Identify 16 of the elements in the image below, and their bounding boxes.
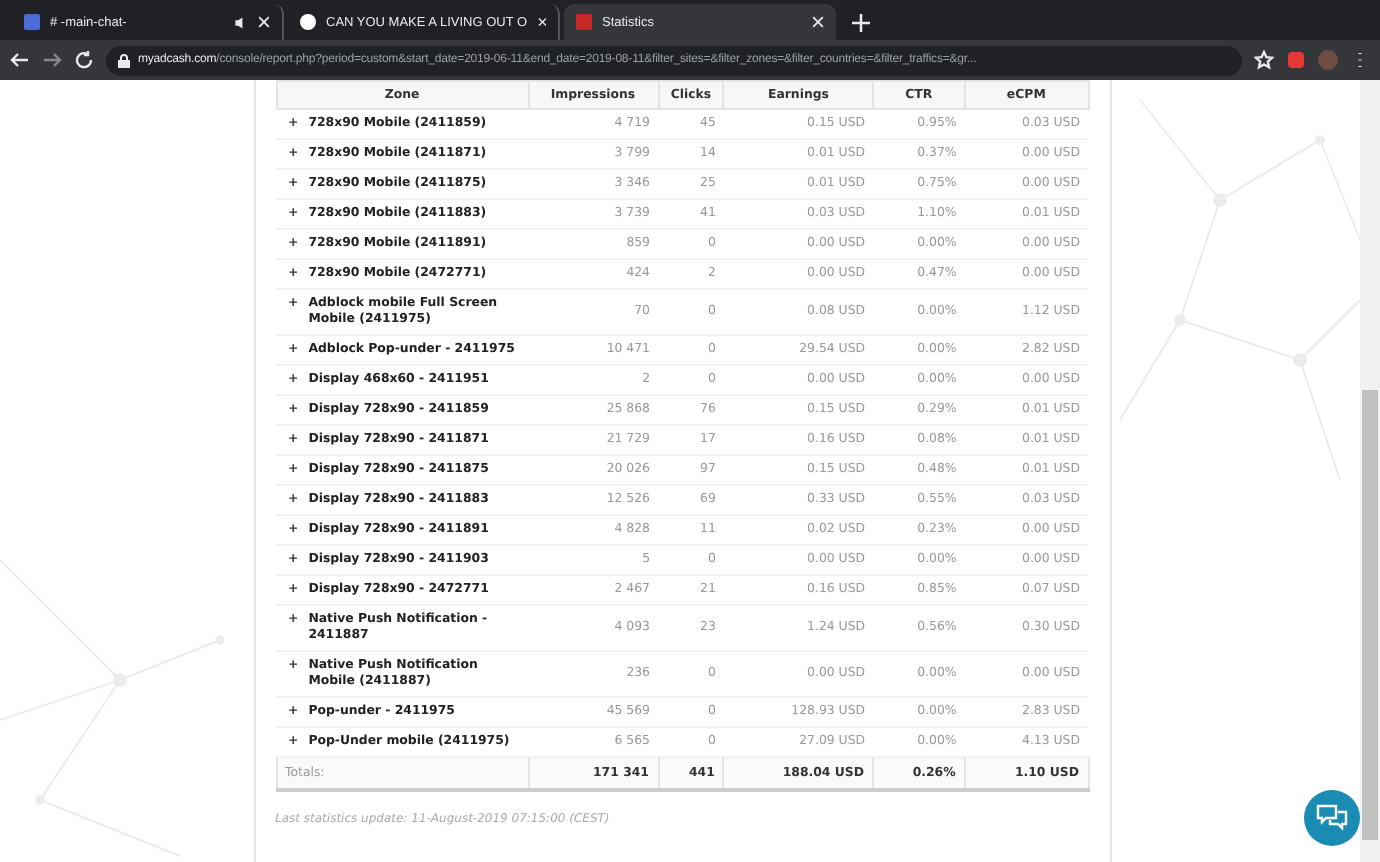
scrollbar-track[interactable]	[1360, 80, 1380, 862]
circle-favicon-icon	[300, 14, 316, 30]
forward-icon[interactable]	[42, 50, 62, 70]
star-icon[interactable]	[1254, 50, 1274, 70]
lock-icon	[118, 53, 130, 67]
chat-button[interactable]	[1304, 790, 1360, 846]
extension-icon[interactable]	[1286, 50, 1306, 70]
chat-bubbles-icon	[1316, 804, 1348, 832]
close-icon[interactable]	[258, 16, 270, 28]
scrollbar-thumb[interactable]	[1362, 390, 1378, 840]
close-icon[interactable]	[537, 16, 546, 28]
chat-favicon-icon	[24, 14, 40, 30]
close-icon[interactable]	[812, 16, 824, 28]
reload-icon[interactable]	[74, 50, 94, 70]
new-tab-icon[interactable]	[852, 14, 870, 32]
back-icon[interactable]	[10, 50, 30, 70]
